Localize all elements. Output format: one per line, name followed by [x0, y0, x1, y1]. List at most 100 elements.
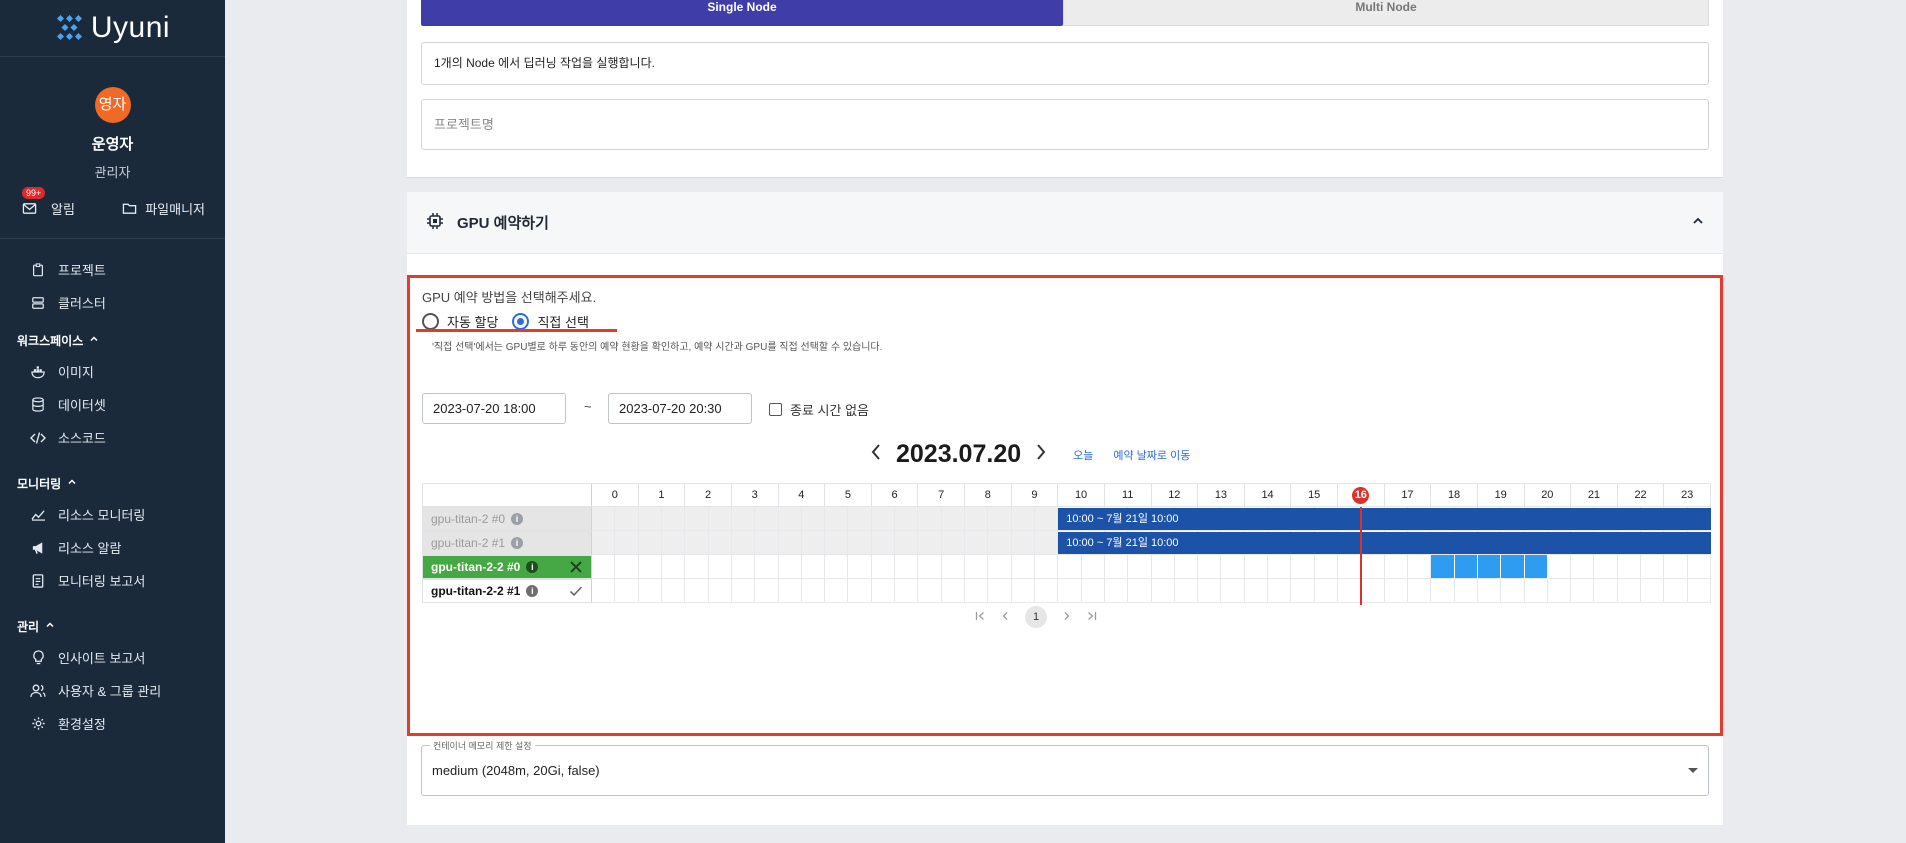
time-slot[interactable] [1338, 579, 1362, 603]
time-slot[interactable] [965, 507, 989, 531]
time-slot[interactable] [1384, 555, 1408, 579]
time-slot[interactable] [848, 507, 872, 531]
time-slot[interactable] [1431, 579, 1455, 603]
tab-single-node[interactable]: Single Node [421, 0, 1063, 26]
time-slot[interactable] [871, 579, 896, 603]
time-slot[interactable] [1571, 579, 1595, 603]
time-slot[interactable] [615, 507, 639, 531]
close-icon[interactable] [569, 560, 583, 577]
time-slot[interactable] [685, 555, 709, 579]
time-slot[interactable] [1244, 579, 1269, 603]
gpu-section-header[interactable]: GPU 예약하기 [407, 192, 1723, 254]
time-slot[interactable] [895, 555, 919, 579]
time-slot[interactable] [708, 579, 732, 603]
time-slot[interactable] [1151, 579, 1175, 603]
time-slot[interactable] [661, 555, 686, 579]
time-slot[interactable] [1291, 579, 1315, 603]
time-slot[interactable] [1571, 555, 1595, 579]
time-slot[interactable] [1081, 579, 1105, 603]
file-manager-link[interactable]: 파일매니저 [122, 199, 205, 218]
time-slot[interactable] [988, 579, 1012, 603]
time-slot[interactable] [1641, 555, 1665, 579]
time-slot[interactable] [918, 555, 942, 579]
time-slot[interactable] [778, 579, 802, 603]
time-slot[interactable] [1361, 579, 1385, 603]
next-page-icon[interactable] [1063, 610, 1071, 624]
time-slot[interactable] [1617, 579, 1642, 603]
app-logo[interactable]: Uyuni [0, 0, 225, 57]
time-slot[interactable] [731, 531, 756, 555]
time-slot[interactable] [871, 555, 896, 579]
time-slot[interactable] [1174, 579, 1199, 603]
time-slot[interactable] [1291, 555, 1315, 579]
time-slot[interactable] [1034, 555, 1059, 579]
time-slot[interactable] [778, 555, 802, 579]
time-slot[interactable] [685, 507, 709, 531]
time-slot[interactable] [988, 507, 1012, 531]
page-number[interactable]: 1 [1025, 606, 1047, 628]
time-slot[interactable] [1407, 579, 1432, 603]
time-slot[interactable] [685, 579, 709, 603]
time-slot[interactable] [708, 507, 732, 531]
time-slot[interactable] [1221, 579, 1245, 603]
time-slot[interactable] [965, 579, 989, 603]
reservation-bar[interactable]: 10:00 ~ 7월 21일 10:00 [1058, 532, 1711, 554]
gpu-name-cell[interactable]: gpu-titan-2-2 #0 i [422, 555, 592, 579]
caret-down-icon[interactable] [1688, 768, 1698, 773]
time-slot[interactable] [941, 579, 965, 603]
time-slot[interactable] [1034, 507, 1059, 531]
sidebar-item-user-group[interactable]: 사용자 & 그룹 관리 [0, 674, 225, 707]
time-slot[interactable] [1104, 579, 1129, 603]
time-slot[interactable] [1524, 579, 1548, 603]
project-name-input[interactable]: 프로젝트명 [421, 99, 1709, 150]
time-slot[interactable] [801, 507, 826, 531]
info-icon[interactable]: i [526, 561, 539, 573]
time-slot[interactable] [1361, 555, 1385, 579]
time-slot[interactable] [1058, 579, 1082, 603]
goto-reservation-date-link[interactable]: 예약 날짜로 이동 [1113, 447, 1190, 463]
time-slot[interactable] [941, 531, 965, 555]
sidebar-item-clusters[interactable]: 클러스터 [0, 286, 225, 319]
time-slot[interactable] [1011, 555, 1035, 579]
time-slot[interactable] [1314, 555, 1338, 579]
chevron-up-icon[interactable] [1691, 214, 1705, 232]
time-slot[interactable] [638, 579, 662, 603]
time-slot[interactable] [1594, 579, 1618, 603]
info-icon[interactable]: i [511, 513, 524, 525]
sidebar-item-datasets[interactable]: 데이터셋 [0, 388, 225, 421]
memory-limit-select[interactable]: 컨테이너 메모리 제한 설정 medium (2048m, 20Gi, fals… [421, 739, 1709, 796]
prev-page-icon[interactable] [1001, 610, 1009, 624]
time-slot[interactable] [825, 555, 849, 579]
time-slot[interactable] [1687, 555, 1711, 579]
time-slot[interactable] [1128, 555, 1152, 579]
time-slot[interactable] [848, 555, 872, 579]
gpu-name-cell[interactable]: gpu-titan-2 #1 i [422, 531, 592, 555]
time-slot[interactable] [708, 531, 732, 555]
radio-circle[interactable] [512, 313, 530, 330]
time-slot[interactable] [592, 579, 616, 603]
time-slot[interactable] [965, 555, 989, 579]
booked-slot[interactable] [1477, 555, 1502, 579]
time-slot[interactable] [1617, 555, 1642, 579]
time-slot[interactable] [1641, 579, 1665, 603]
gpu-name-cell[interactable]: gpu-titan-2-2 #1 i [422, 579, 592, 603]
time-slot[interactable] [1011, 579, 1035, 603]
time-slot[interactable] [801, 555, 826, 579]
time-slot[interactable] [895, 579, 919, 603]
time-slot[interactable] [918, 531, 942, 555]
time-slot[interactable] [778, 507, 802, 531]
time-slot[interactable] [638, 531, 662, 555]
time-slot[interactable] [941, 507, 965, 531]
time-slot[interactable] [1384, 579, 1408, 603]
first-page-icon[interactable] [975, 610, 985, 624]
time-slot[interactable] [895, 507, 919, 531]
info-icon[interactable]: i [511, 537, 524, 549]
time-slot[interactable] [918, 507, 942, 531]
time-slot[interactable] [1687, 579, 1711, 603]
gpu-name-cell[interactable]: gpu-titan-2 #0 i [422, 507, 592, 531]
time-slot[interactable] [1104, 555, 1129, 579]
time-slot[interactable] [988, 531, 1012, 555]
time-slot[interactable] [615, 555, 639, 579]
time-slot[interactable] [801, 579, 826, 603]
time-slot[interactable] [661, 579, 686, 603]
